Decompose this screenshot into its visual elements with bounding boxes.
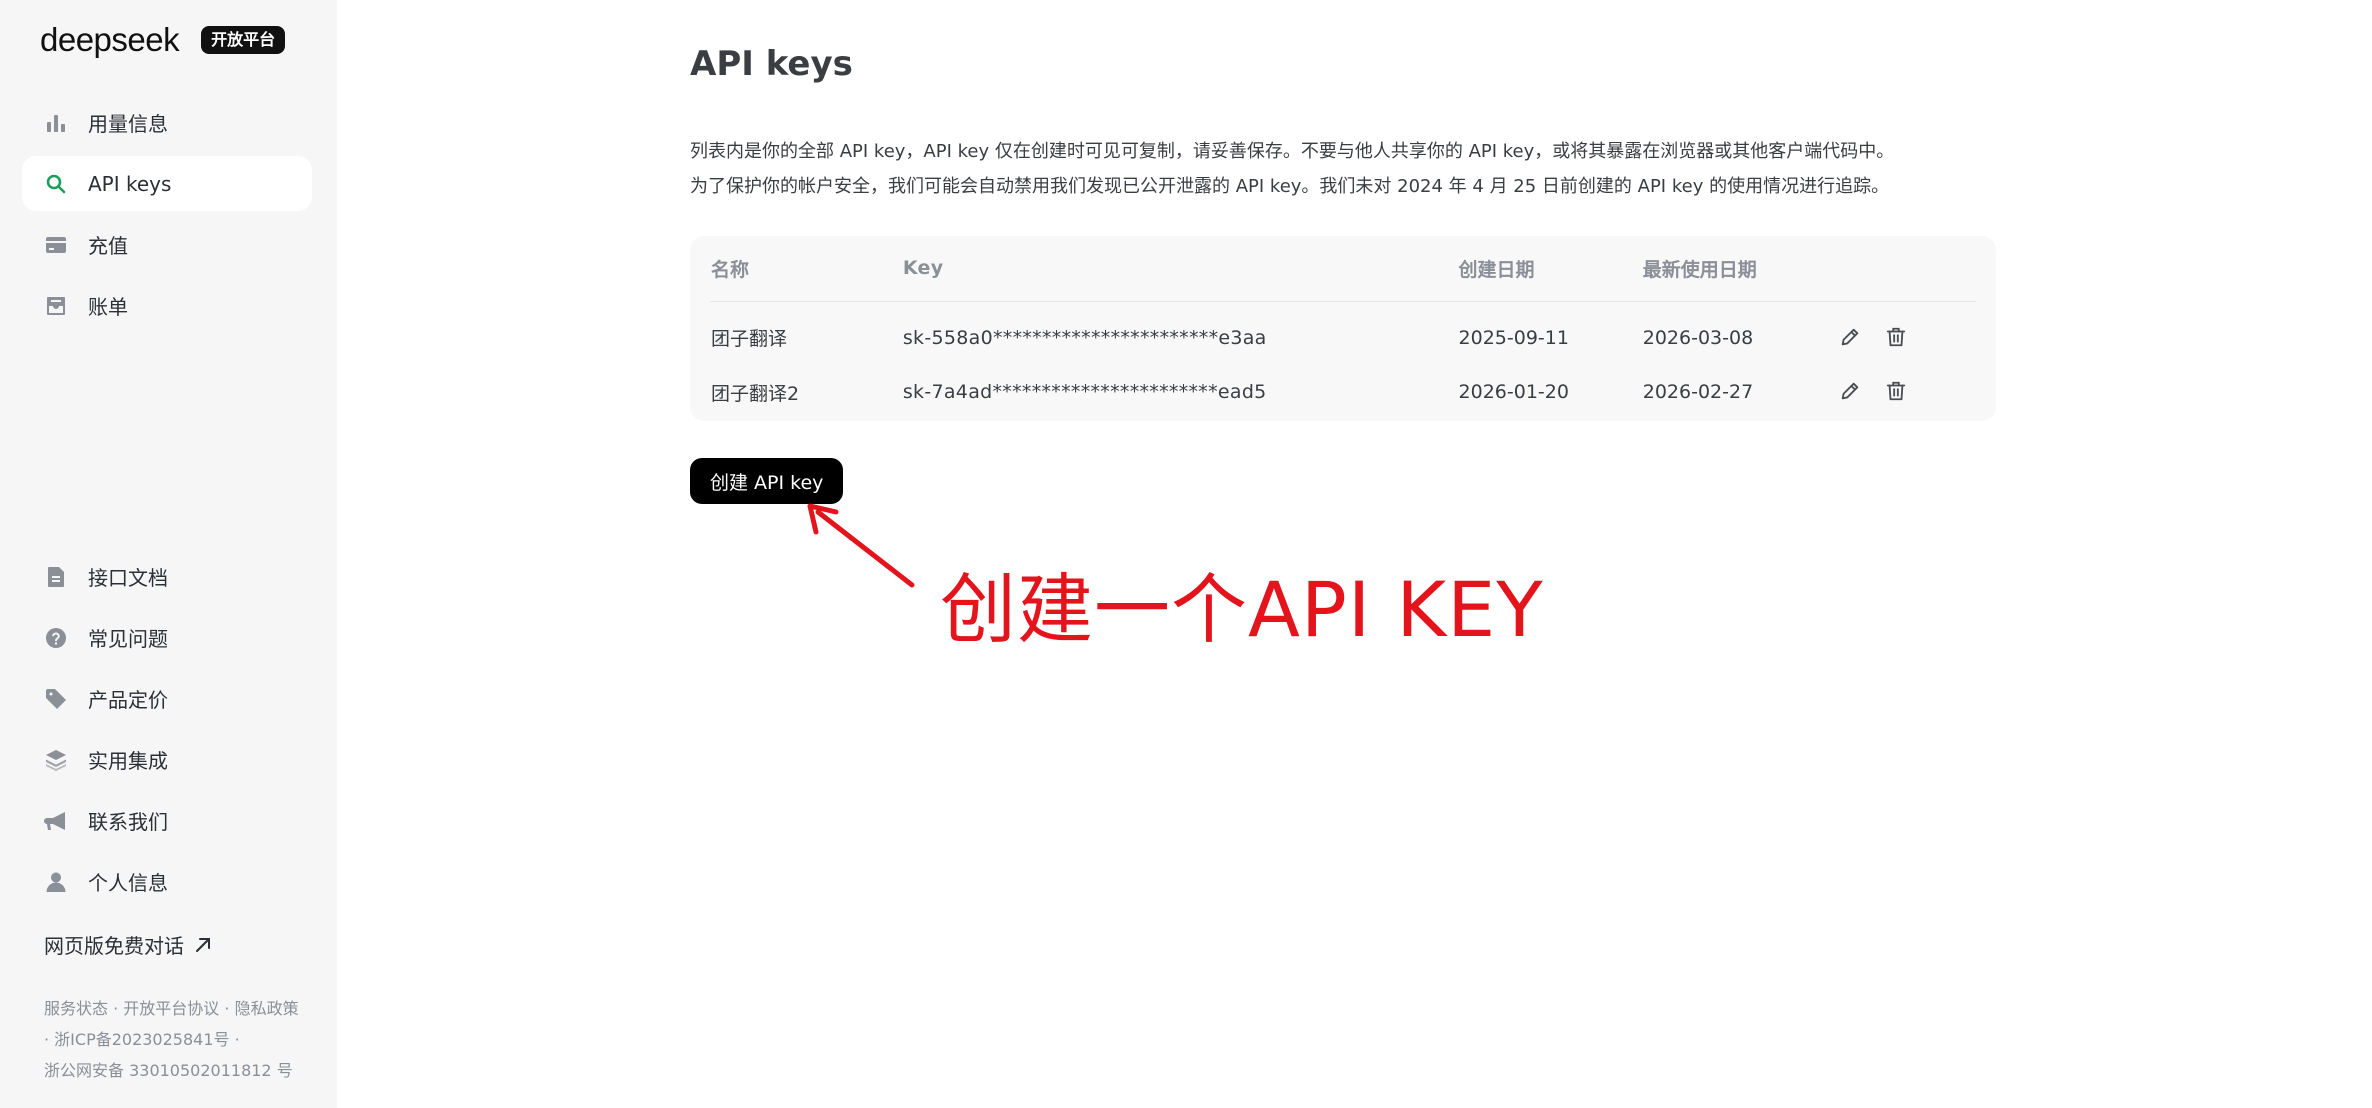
- key-last-used-date: 2026-03-08: [1642, 326, 1754, 349]
- external-link-icon: [196, 937, 210, 952]
- key-last-used-date: 2026-02-27: [1642, 381, 1754, 403]
- footer-links: 服务状态 · 开放平台协议 · 隐私政策 · 浙ICP备2023025841号 …: [44, 993, 314, 1086]
- api-keys-table: 名称 Key 创建日期 最新使用日期 团子翻译 sk-558a0********…: [710, 236, 1976, 419]
- sidebar-item-label: API keys: [88, 171, 172, 196]
- sidebar-item-profile[interactable]: 个人信息: [22, 854, 312, 909]
- sidebar-item-label: 产品定价: [88, 688, 168, 712]
- page-description: 列表内是你的全部 API key，API key 仅在创建时可见可复制，请妥善保…: [690, 134, 2000, 204]
- tag-icon: [44, 687, 68, 711]
- sidebar-nav-top: 用量信息 API keys 充值 账单: [22, 95, 312, 339]
- footer-separator: ·: [44, 1030, 55, 1049]
- sidebar-item-label: 常见问题: [88, 627, 168, 651]
- header-name: 名称: [710, 236, 902, 302]
- key-created-date: 2026-01-20: [1458, 381, 1569, 403]
- sidebar-item-label: 账单: [88, 295, 128, 319]
- platform-agreement-link[interactable]: 开放平台协议: [123, 999, 219, 1018]
- row-actions: [1835, 301, 1976, 365]
- document-icon: [44, 565, 68, 589]
- api-keys-table-container: 名称 Key 创建日期 最新使用日期 团子翻译 sk-558a0********…: [690, 236, 1996, 421]
- sidebar-item-label: 接口文档: [88, 566, 168, 590]
- sidebar-item-label: 实用集成: [88, 749, 168, 773]
- table-header-row: 名称 Key 创建日期 最新使用日期: [710, 236, 1976, 302]
- user-icon: [44, 870, 68, 894]
- description-line: 列表内是你的全部 API key，API key 仅在创建时可见可复制，请妥善保…: [690, 141, 1895, 162]
- delete-icon[interactable]: [1882, 323, 1910, 351]
- sidebar-item-label: 充值: [88, 234, 128, 258]
- description-line: 为了保护你的帐户安全，我们可能会自动禁用我们发现已公开泄露的 API key。我…: [690, 176, 1890, 197]
- edit-icon[interactable]: [1836, 377, 1864, 405]
- header-created: 创建日期: [1457, 236, 1642, 302]
- table-row: 团子翻译 sk-558a0***********************e3aa…: [710, 301, 1976, 365]
- header-last-used: 最新使用日期: [1641, 236, 1836, 302]
- header-actions: [1835, 236, 1976, 302]
- police-record-link[interactable]: 浙公网安备 33010502011812 号: [44, 1061, 293, 1080]
- search-key-icon: [44, 172, 68, 196]
- card-icon: [44, 233, 68, 257]
- key-value: sk-7a4ad***********************ead5: [902, 381, 1267, 403]
- sidebar: deepseek 开放平台 用量信息 API keys 充值 账单 接口文档 常…: [0, 0, 337, 1108]
- key-created-date: 2025-09-11: [1458, 326, 1569, 349]
- web-chat-label: 网页版免费对话: [44, 934, 184, 958]
- key-name: 团子翻译2: [711, 382, 800, 405]
- create-api-key-button[interactable]: 创建 API key: [690, 458, 844, 504]
- service-status-link[interactable]: 服务状态: [44, 999, 108, 1018]
- web-chat-link[interactable]: 网页版免费对话: [44, 930, 212, 959]
- bar-chart-icon: [44, 111, 68, 135]
- platform-badge: 开放平台: [201, 26, 286, 54]
- layers-icon: [44, 748, 68, 772]
- delete-icon[interactable]: [1882, 377, 1910, 405]
- edit-icon[interactable]: [1836, 323, 1864, 351]
- megaphone-icon: [44, 809, 68, 833]
- sidebar-item-topup[interactable]: 充值: [22, 217, 312, 272]
- sidebar-nav-bottom: 接口文档 常见问题 产品定价 实用集成 联系我们 个人信息: [22, 549, 312, 915]
- privacy-policy-link[interactable]: 隐私政策: [235, 999, 299, 1018]
- annotation-arrow-icon: [807, 503, 915, 588]
- sidebar-item-integrations[interactable]: 实用集成: [22, 732, 312, 787]
- sidebar-item-api-keys[interactable]: API keys: [22, 156, 312, 211]
- footer-separator: ·: [229, 1030, 240, 1049]
- table-row: 团子翻译2 sk-7a4ad***********************ead…: [710, 365, 1976, 419]
- question-icon: [44, 626, 68, 650]
- brand-logo[interactable]: deepseek: [40, 21, 180, 59]
- sidebar-item-label: 联系我们: [88, 810, 168, 834]
- sidebar-item-faq[interactable]: 常见问题: [22, 610, 312, 665]
- sidebar-item-label: 用量信息: [88, 112, 168, 136]
- sidebar-item-docs[interactable]: 接口文档: [22, 549, 312, 604]
- sidebar-item-label: 个人信息: [88, 871, 168, 895]
- sidebar-item-usage[interactable]: 用量信息: [22, 95, 312, 150]
- brand[interactable]: deepseek 开放平台: [40, 20, 286, 60]
- footer-separator: ·: [219, 999, 235, 1018]
- sidebar-item-billing[interactable]: 账单: [22, 278, 312, 333]
- row-actions: [1835, 365, 1976, 419]
- page-title: API keys: [690, 44, 853, 84]
- sidebar-item-contact[interactable]: 联系我们: [22, 793, 312, 848]
- footer-separator: ·: [108, 999, 124, 1018]
- inbox-icon: [44, 294, 68, 318]
- annotation-label: 创建一个API KEY: [940, 565, 1544, 654]
- icp-link[interactable]: 浙ICP备2023025841号: [54, 1030, 229, 1049]
- key-value: sk-558a0***********************e3aa: [902, 326, 1267, 349]
- header-key: Key: [901, 236, 1458, 302]
- sidebar-item-pricing[interactable]: 产品定价: [22, 671, 312, 726]
- key-name: 团子翻译: [711, 328, 788, 351]
